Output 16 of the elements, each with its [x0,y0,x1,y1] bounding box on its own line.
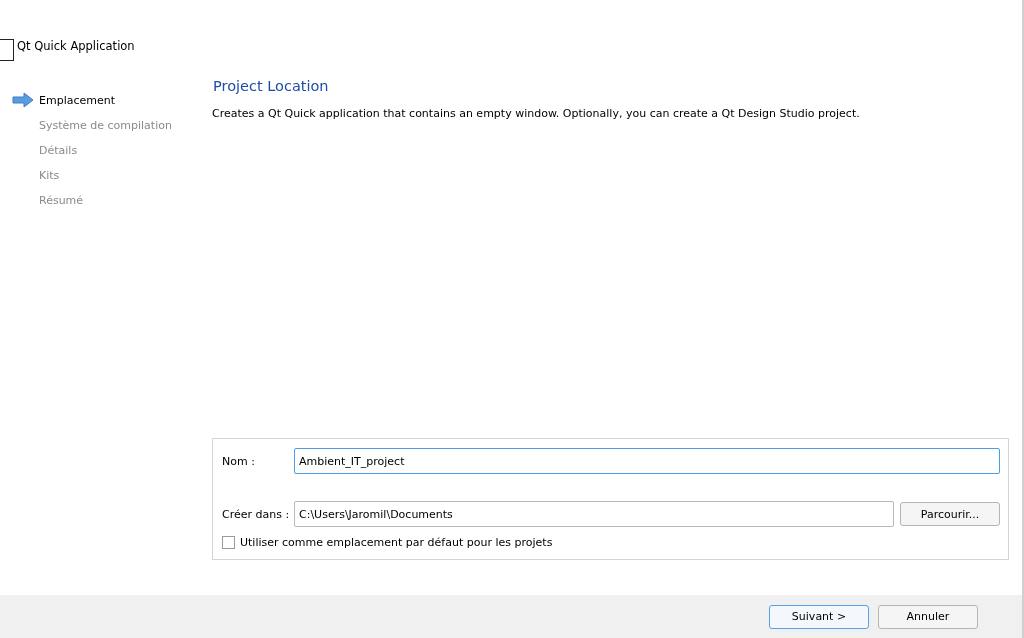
dialog-button[interactable]: Annuler [878,604,978,629]
step-label: Système de compilation [39,118,172,132]
input-field[interactable]: C:\Users\Jaromil\Documents [294,501,894,527]
field-label: Créer dans : [222,507,291,521]
step-label: Détails [39,143,78,157]
dialog-button[interactable]: Suivant > [769,604,869,629]
step-label: Kits [39,168,60,182]
page-title: Project Location [213,78,330,94]
input-field[interactable]: Ambient_IT_project [294,448,1000,474]
wizard-title: Qt Quick Application [17,39,135,53]
step-label: Emplacement [39,93,116,107]
checkbox-label: Utiliser comme emplacement par défaut pour les projets [240,536,553,549]
step-label: Résumé [39,193,84,207]
field-label: Nom : [222,454,256,468]
page-description: Creates a Qt Quick application that contains an empty window. Optionally, you can create a Qt Design Studio project. [212,107,861,120]
browse-button[interactable]: Parcourir... [900,502,1000,526]
